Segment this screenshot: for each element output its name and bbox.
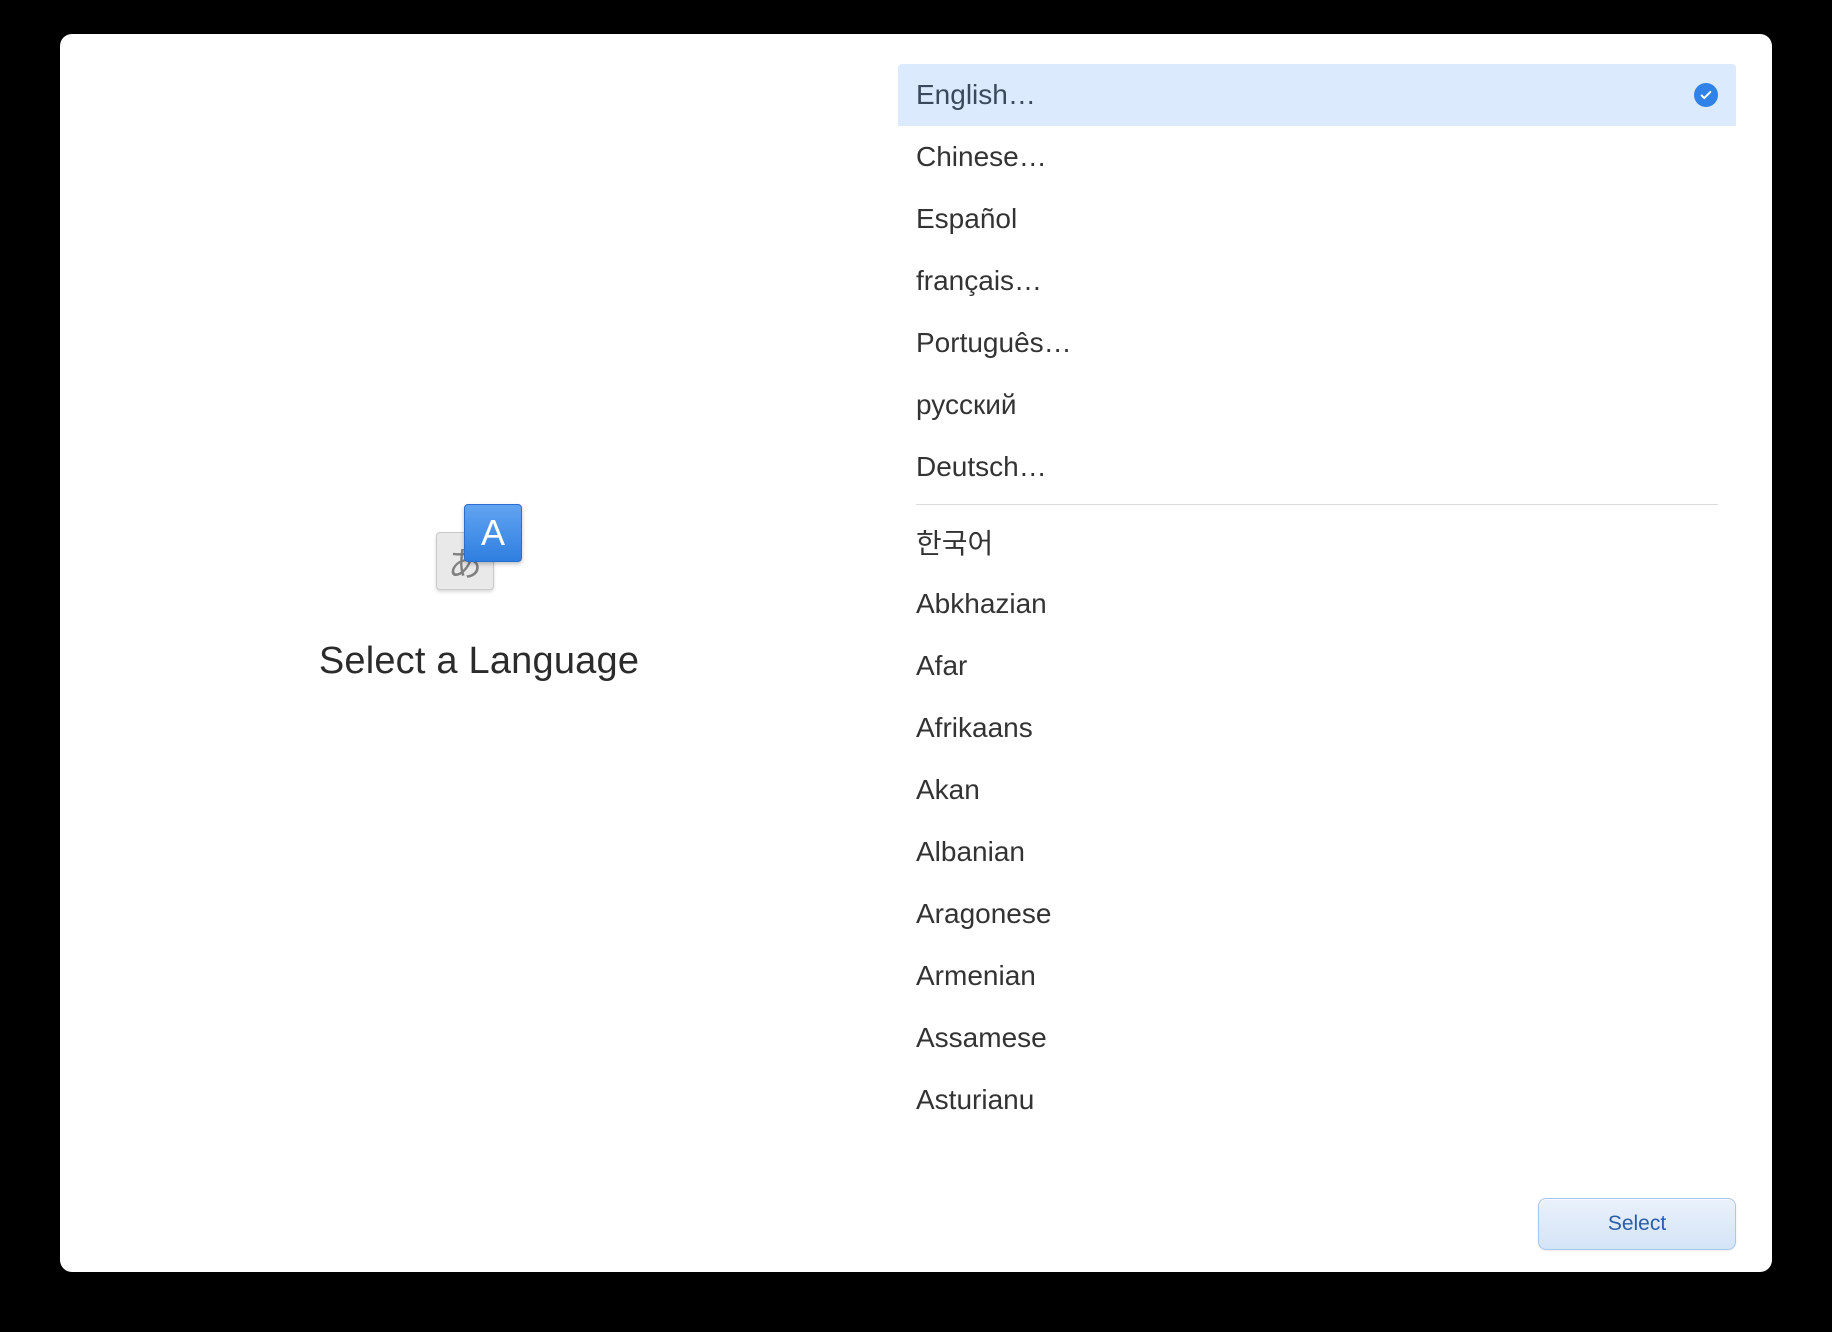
language-option[interactable]: 한국어 bbox=[898, 511, 1736, 573]
language-option-label: Asturianu bbox=[916, 1084, 1034, 1116]
language-list[interactable]: English… Chinese… Español français… Portuguê… bbox=[898, 64, 1736, 1166]
language-option-label: français… bbox=[916, 265, 1042, 297]
content-area: あ A Select a Language English… Chinese… Es… bbox=[60, 34, 1772, 1176]
language-option-label: 한국어 bbox=[916, 522, 993, 562]
language-option[interactable]: Albanian bbox=[898, 821, 1736, 883]
language-option-label: русский bbox=[916, 389, 1016, 421]
language-option[interactable]: English… bbox=[898, 64, 1736, 126]
language-selection-window: あ A Select a Language English… Chinese… Es… bbox=[60, 34, 1772, 1272]
language-option[interactable]: Akan bbox=[898, 759, 1736, 821]
language-option-label: Armenian bbox=[916, 960, 1036, 992]
language-icon-front-glyph: A bbox=[464, 504, 522, 562]
right-panel: English… Chinese… Español français… Portuguê… bbox=[898, 34, 1772, 1176]
footer-bar: Select bbox=[60, 1176, 1772, 1272]
language-option-label: Chinese… bbox=[916, 141, 1047, 173]
language-option-label: Português… bbox=[916, 327, 1072, 359]
language-option[interactable]: Abkhazian bbox=[898, 573, 1736, 635]
language-option[interactable]: Chinese… bbox=[898, 126, 1736, 188]
language-option-label: Akan bbox=[916, 774, 980, 806]
language-option[interactable]: русский bbox=[898, 374, 1736, 436]
language-option-label: Español bbox=[916, 203, 1017, 235]
language-option[interactable]: Deutsch… bbox=[898, 436, 1736, 498]
page-title: Select a Language bbox=[319, 640, 639, 683]
list-divider bbox=[916, 504, 1718, 505]
language-option-label: Assamese bbox=[916, 1022, 1047, 1054]
language-option[interactable]: Español bbox=[898, 188, 1736, 250]
language-option-label: Afar bbox=[916, 650, 967, 682]
language-option[interactable]: Afar bbox=[898, 635, 1736, 697]
language-option-label: Deutsch… bbox=[916, 451, 1047, 483]
language-option[interactable]: Aragonese bbox=[898, 883, 1736, 945]
checkmark-icon bbox=[1694, 83, 1718, 107]
language-option-label: Aragonese bbox=[916, 898, 1051, 930]
language-option[interactable]: français… bbox=[898, 250, 1736, 312]
language-option[interactable]: Assamese bbox=[898, 1007, 1736, 1069]
language-option[interactable]: Armenian bbox=[898, 945, 1736, 1007]
language-option-label: Abkhazian bbox=[916, 588, 1047, 620]
language-option-label: Afrikaans bbox=[916, 712, 1033, 744]
language-option[interactable]: Português… bbox=[898, 312, 1736, 374]
language-option[interactable]: Afrikaans bbox=[898, 697, 1736, 759]
language-icon: あ A bbox=[436, 504, 522, 590]
language-list-container: English… Chinese… Español français… Portuguê… bbox=[898, 64, 1736, 1166]
select-button[interactable]: Select bbox=[1538, 1198, 1736, 1250]
language-option-label: Albanian bbox=[916, 836, 1025, 868]
language-option-label: English… bbox=[916, 79, 1036, 111]
language-option[interactable]: Asturianu bbox=[898, 1069, 1736, 1131]
left-panel: あ A Select a Language bbox=[60, 34, 898, 1176]
